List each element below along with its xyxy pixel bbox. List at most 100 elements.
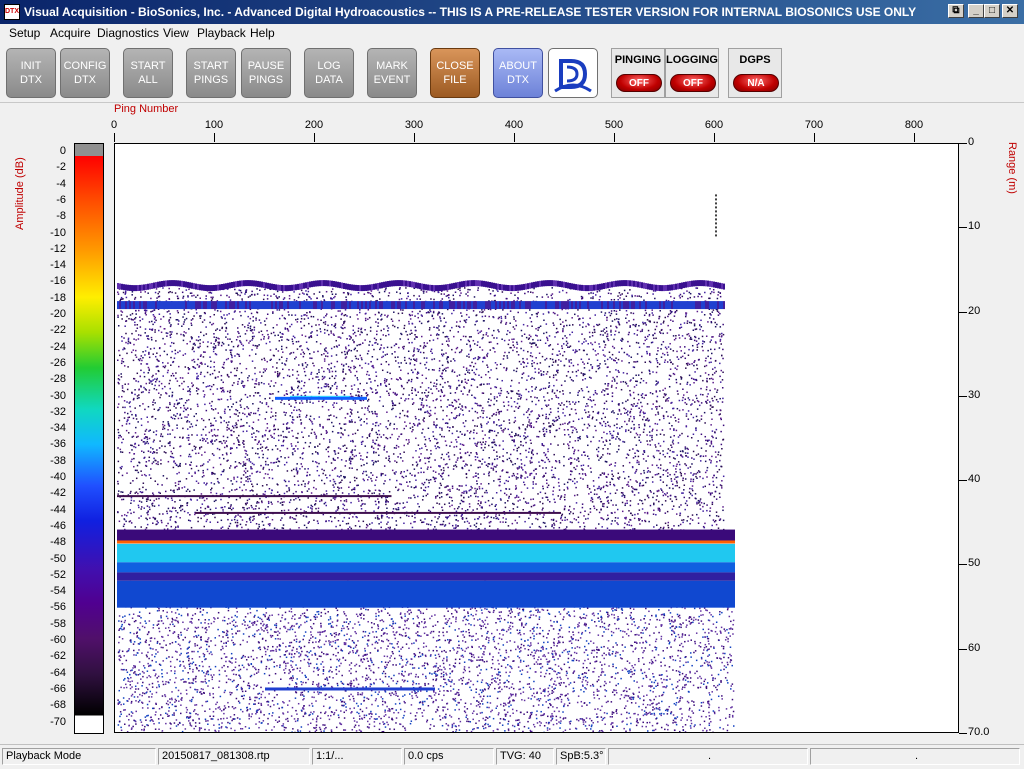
amplitude-tick-label: -32 [36,406,66,418]
amplitude-tick-label: -48 [36,536,66,548]
echogram-noise [117,287,734,732]
title-bar: DTX Visual Acquisition - BioSonics, Inc.… [0,0,1024,24]
menu-view[interactable]: View [163,26,189,40]
minimize-button[interactable]: _ [968,4,984,18]
amplitude-tick-label: -34 [36,422,66,434]
range-tick-mark [959,564,967,565]
toolbar: INITDTX CONFIGDTX STARTALL STARTPINGS PA… [0,42,1024,103]
menu-setup[interactable]: Setup [9,26,40,40]
dgps-status-led: N/A [733,74,779,92]
range-tick-label: 50 [968,557,980,569]
ping-number-axis-title: Ping Number [114,103,178,115]
range-tick-mark [959,396,967,397]
status-file: 20150817_081308.rtp [158,748,310,765]
range-tick-label: 40 [968,473,980,485]
range-tick-label: 20 [968,305,980,317]
ping-tick-label: 500 [604,119,624,131]
logging-status-led: OFF [670,74,716,92]
amplitude-tick-label: -64 [36,667,66,679]
amplitude-tick-label: -28 [36,373,66,385]
status-spb: SpB:5.3° [556,748,606,765]
ping-tick-mark [814,133,815,142]
log-data-button[interactable]: LOGDATA [304,48,354,98]
amplitude-tick-label: -30 [36,390,66,402]
logging-indicator: LOGGING OFF [665,48,719,98]
start-all-button[interactable]: STARTALL [123,48,173,98]
ping-tick-label: 400 [504,119,524,131]
close-file-button[interactable]: CLOSEFILE [430,48,480,98]
status-extra-1: . [608,748,808,765]
weak-layer [195,512,561,514]
about-dtx-button[interactable]: ABOUTDTX [493,48,543,98]
range-tick-mark [959,733,967,734]
ping-tick-label: 0 [104,119,124,131]
amplitude-tick-label: 0 [36,145,66,157]
config-dtx-button[interactable]: CONFIGDTX [60,48,110,98]
amplitude-tick-label: -20 [36,308,66,320]
fish-track [275,397,367,400]
echogram-plot[interactable] [114,143,959,733]
amplitude-tick-label: -58 [36,618,66,630]
biosonics-logo-button[interactable] [548,48,598,98]
bottom-gap [117,572,735,580]
mark-event-button[interactable]: MARKEVENT [367,48,417,98]
bottom-upper [117,530,735,541]
close-window-button[interactable]: ✕ [1002,4,1018,18]
status-mode: Playback Mode [2,748,156,765]
menu-playback[interactable]: Playback [197,26,246,40]
weak-layer [117,495,392,497]
range-tick-label: 70.0 [968,726,989,738]
biosonics-logo-icon [549,49,597,97]
init-dtx-button[interactable]: INITDTX [6,48,56,98]
range-tick-mark [959,227,967,228]
start-pings-button[interactable]: STARTPINGS [186,48,236,98]
pinging-status-led: OFF [616,74,662,92]
ping-tick-label: 700 [804,119,824,131]
ping-tick-label: 300 [404,119,424,131]
range-tick-label: 0 [968,136,974,148]
ping-tick-label: 600 [704,119,724,131]
amplitude-tick-label: -12 [36,243,66,255]
status-tvg: TVG: 40 [496,748,554,765]
amplitude-tick-label: -22 [36,324,66,336]
amplitude-tick-label: -66 [36,683,66,695]
ping-tick-mark [214,133,215,142]
amplitude-tick-label: -38 [36,455,66,467]
status-bar: Playback Mode 20150817_081308.rtp 1:1/..… [0,744,1024,769]
amplitude-tick-label: -54 [36,585,66,597]
menu-bar: Setup Acquire Diagnostics View Playback … [0,24,1024,42]
amplitude-tick-label: -42 [36,487,66,499]
amplitude-tick-label: -46 [36,520,66,532]
amplitude-tick-label: -52 [36,569,66,581]
ping-tick-mark [714,133,715,142]
menu-acquire[interactable]: Acquire [50,26,91,40]
status-ratio: 1:1/... [312,748,402,765]
amplitude-tick-label: -4 [36,178,66,190]
ping-tick-label: 100 [204,119,224,131]
range-tick-label: 30 [968,389,980,401]
amplitude-tick-label: -6 [36,194,66,206]
restore-icon[interactable]: ⧉ [948,4,964,18]
ping-tick-mark [114,133,115,142]
fish-track-core [290,396,350,397]
status-rate: 0.0 cps [404,748,494,765]
menu-diagnostics[interactable]: Diagnostics [97,26,159,40]
amplitude-tick-label: -60 [36,634,66,646]
amplitude-tick-label: -36 [36,438,66,450]
bottom-core [117,544,735,562]
range-tick-mark [959,143,967,144]
deep-fish-track [265,687,435,690]
amplitude-tick-label: -68 [36,699,66,711]
bottom-mid [117,562,735,572]
menu-help[interactable]: Help [250,26,275,40]
maximize-button[interactable]: □ [984,4,1000,18]
amplitude-tick-label: -50 [36,553,66,565]
echogram-canvas[interactable] [115,144,958,732]
ping-tick-mark [614,133,615,142]
amplitude-tick-label: -14 [36,259,66,271]
range-tick-mark [959,649,967,650]
amplitude-tick-label: -2 [36,161,66,173]
pause-pings-button[interactable]: PAUSEPINGS [241,48,291,98]
amplitude-tick-label: -44 [36,504,66,516]
ping-tick-label: 200 [304,119,324,131]
